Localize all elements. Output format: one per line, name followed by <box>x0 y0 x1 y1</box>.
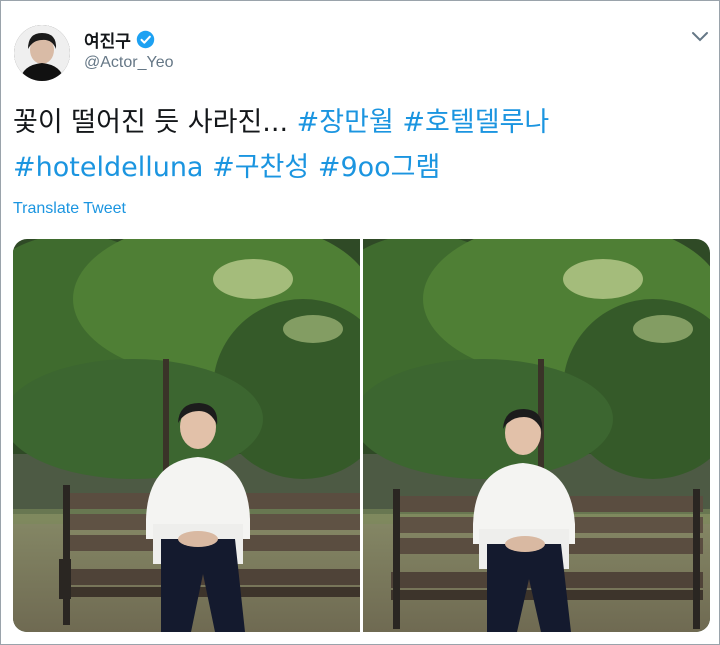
chevron-down-icon[interactable] <box>691 31 709 43</box>
hashtag-link[interactable]: #장만월 <box>297 107 394 138</box>
translate-tweet-link[interactable]: Translate Tweet <box>13 200 126 218</box>
hashtag-link[interactable]: #구찬성 <box>212 152 309 183</box>
tweet-body-text: 꽃이 떨어진 듯 사라진... <box>13 107 289 138</box>
tweet-photo-2[interactable] <box>363 239 710 632</box>
hashtag-link[interactable]: #9oo그램 <box>318 152 441 183</box>
photo-1-image <box>13 239 360 632</box>
tweet-photo-1[interactable] <box>13 239 360 632</box>
tweet-card: 여진구 @Actor_Yeo 꽃이 떨어진 듯 사라진... #장만월 #호텔델… <box>0 0 720 645</box>
tweet-text-line-1: 꽃이 떨어진 듯 사라진... #장만월 #호텔델루나 <box>13 100 713 145</box>
hashtag-link[interactable]: #호텔델루나 <box>402 107 549 138</box>
photo-2-image <box>363 239 710 632</box>
avatar-image <box>14 25 70 81</box>
tweet-text-line-2: #hoteldelluna #구찬성 #9oo그램 <box>13 145 713 190</box>
author-display-name[interactable]: 여진구 <box>84 27 131 52</box>
author-handle[interactable]: @Actor_Yeo <box>84 54 173 72</box>
author-name-row[interactable]: 여진구 <box>84 27 155 52</box>
hashtag-link[interactable]: #hoteldelluna <box>13 152 203 183</box>
tweet-text: 꽃이 떨어진 듯 사라진... #장만월 #호텔델루나 #hoteldellun… <box>13 100 713 190</box>
avatar[interactable] <box>14 25 70 81</box>
verified-badge-icon <box>136 30 155 49</box>
